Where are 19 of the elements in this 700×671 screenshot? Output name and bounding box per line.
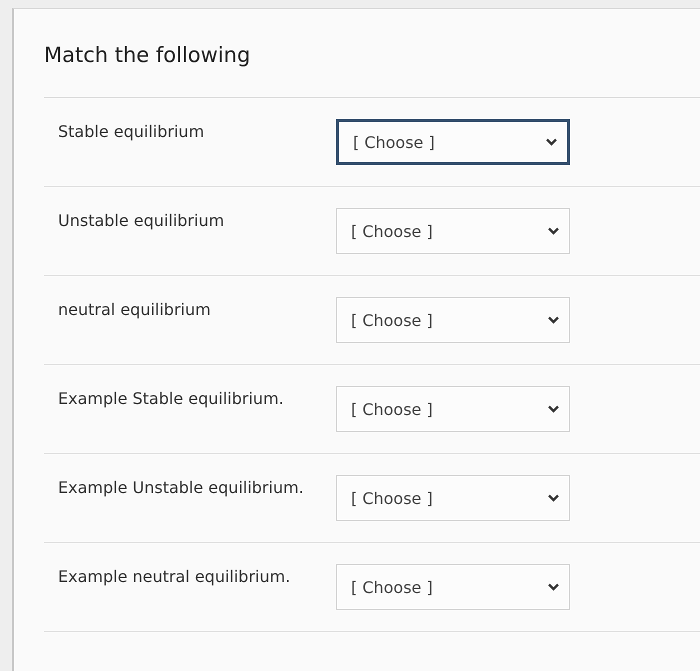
choose-dropdown[interactable]: [ Choose ] xyxy=(336,297,570,343)
match-label: Unstable equilibrium xyxy=(58,210,224,230)
choose-dropdown[interactable]: [ Choose ] xyxy=(336,386,570,432)
choose-dropdown[interactable]: [ Choose ] xyxy=(336,119,570,165)
chevron-down-icon xyxy=(548,583,559,591)
match-label: Example Unstable equilibrium. xyxy=(58,478,304,496)
match-label: neutral equilibrium xyxy=(58,300,211,318)
chevron-down-icon xyxy=(546,138,557,146)
chevron-down-icon xyxy=(548,227,559,235)
match-label: Example neutral equilibrium. xyxy=(58,566,290,586)
chevron-down-icon xyxy=(548,494,559,502)
match-label: Stable equilibrium xyxy=(58,122,204,140)
match-label: Example Stable equilibrium. xyxy=(58,388,284,408)
choose-dropdown[interactable]: [ Choose ] xyxy=(336,208,570,254)
question-title: Match the following xyxy=(44,43,700,98)
choose-dropdown[interactable]: [ Choose ] xyxy=(336,475,570,521)
chevron-down-icon xyxy=(548,316,559,324)
choose-dropdown[interactable]: [ Choose ] xyxy=(336,564,570,610)
chevron-down-icon xyxy=(548,405,559,413)
